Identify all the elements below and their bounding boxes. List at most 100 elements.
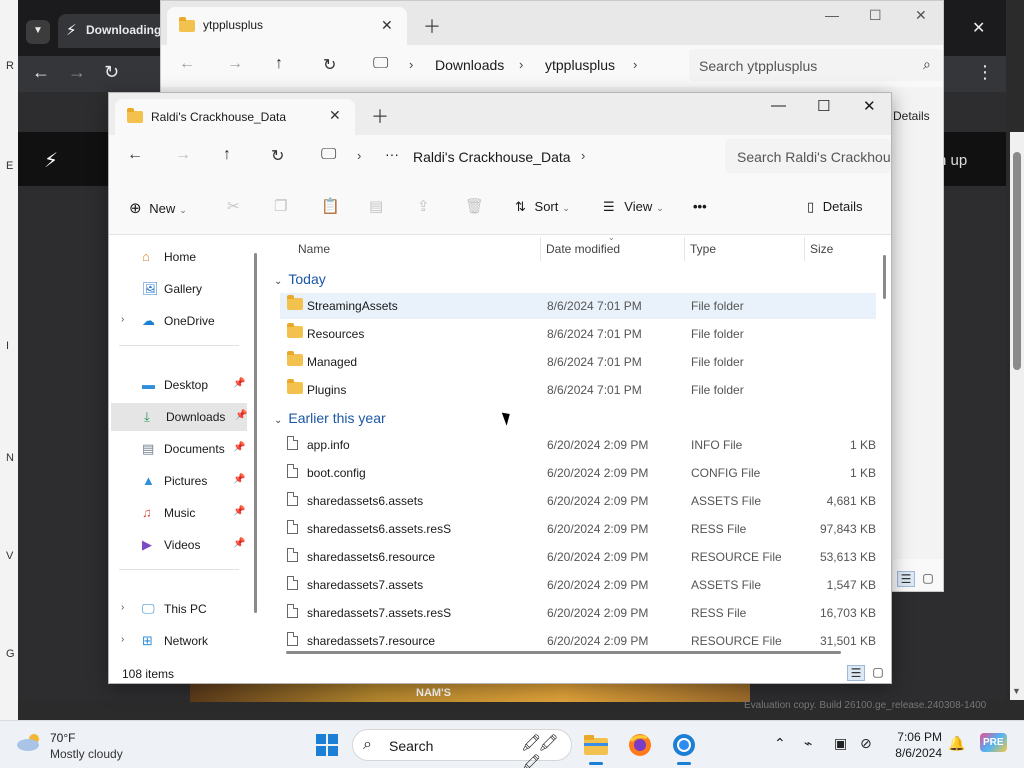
- file-explorer-app-icon[interactable]: [580, 729, 612, 765]
- nav-scrollbar[interactable]: [254, 253, 257, 613]
- network-offline-icon[interactable]: ⌁: [804, 735, 812, 752]
- close-window-icon[interactable]: ✕: [863, 97, 876, 115]
- table-row[interactable]: Resources 8/6/2024 7:01 PM File folder: [280, 321, 876, 347]
- maximize-icon[interactable]: ☐: [869, 7, 882, 24]
- back-search-input[interactable]: Search ytpplusplus ⌕: [689, 49, 943, 81]
- more-options-icon[interactable]: •••: [693, 199, 707, 214]
- group-header-today[interactable]: ⌄ Today: [274, 271, 326, 287]
- refresh-icon[interactable]: ↻: [323, 55, 336, 75]
- new-tab-icon[interactable]: ＋: [423, 13, 441, 39]
- up-icon[interactable]: ↑: [275, 55, 283, 73]
- forward-icon[interactable]: →: [175, 146, 191, 164]
- table-row[interactable]: Plugins 8/6/2024 7:01 PM File folder: [280, 377, 876, 403]
- forward-icon[interactable]: →: [227, 55, 243, 73]
- chevron-right-icon[interactable]: ›: [121, 602, 124, 613]
- pin-icon[interactable]: 📌: [235, 410, 247, 421]
- bell-icon[interactable]: 🔔: [948, 735, 965, 752]
- table-row[interactable]: sharedassets6.assets 6/20/2024 2:09 PM A…: [280, 488, 876, 514]
- nav-item-this-pc[interactable]: › 🖵 This PC: [109, 595, 249, 623]
- chrome-menu-icon[interactable]: ⋮: [976, 62, 994, 83]
- column-divider[interactable]: [684, 237, 685, 261]
- scroll-down-icon[interactable]: ▼: [1012, 686, 1021, 696]
- column-header-name[interactable]: Name: [298, 242, 330, 256]
- chrome-scrollbar[interactable]: ▼: [1010, 132, 1024, 700]
- chrome-reload-icon[interactable]: ↻: [104, 62, 119, 83]
- nav-item-music[interactable]: ♫ Music 📌: [109, 499, 249, 527]
- chrome-forward-icon[interactable]: →: [68, 62, 86, 83]
- breadcrumb-downloads[interactable]: Downloads: [435, 57, 504, 73]
- copy-icon[interactable]: ❐: [274, 197, 287, 215]
- rename-icon[interactable]: ▤: [369, 197, 383, 215]
- nav-item-desktop[interactable]: ▬ Desktop 📌: [109, 371, 249, 399]
- table-row[interactable]: sharedassets6.resource 6/20/2024 2:09 PM…: [280, 544, 876, 570]
- chrome-tab-menu-button[interactable]: ▼: [26, 20, 50, 44]
- chevron-right-icon[interactable]: ›: [121, 314, 124, 325]
- tiles-view-icon[interactable]: ▢: [919, 571, 937, 587]
- list-vertical-scrollbar[interactable]: [883, 255, 886, 299]
- list-horizontal-scrollbar[interactable]: [286, 651, 841, 654]
- chrome-close-icon[interactable]: ✕: [972, 18, 985, 38]
- nav-item-home[interactable]: ⌂ Home: [109, 243, 249, 271]
- details-pane-button[interactable]: ▯ Details: [807, 199, 863, 215]
- paste-icon[interactable]: 📋: [321, 197, 340, 215]
- cut-icon[interactable]: ✂: [227, 197, 240, 215]
- pin-icon[interactable]: 📌: [233, 474, 245, 485]
- column-header-size[interactable]: Size: [810, 242, 833, 256]
- nav-item-onedrive[interactable]: › ☁ OneDrive: [109, 307, 249, 335]
- firefox-app-icon[interactable]: [624, 729, 656, 761]
- tab-raldis-crackhouse-data[interactable]: Raldi's Crackhouse_Data ✕: [115, 99, 355, 135]
- column-divider[interactable]: [804, 237, 805, 261]
- back-tab[interactable]: ytpplusplus ✕: [167, 7, 407, 45]
- display-icon[interactable]: ▣: [834, 735, 847, 752]
- copilot-preview-icon[interactable]: PRE: [980, 733, 1007, 752]
- column-header-type[interactable]: Type: [690, 242, 716, 256]
- chevron-right-icon[interactable]: ›: [121, 634, 124, 645]
- maximize-icon[interactable]: ☐: [817, 97, 830, 115]
- search-input[interactable]: Search Raldi's Crackhouse_Data: [725, 139, 891, 173]
- details-view-icon[interactable]: ☰: [897, 571, 915, 587]
- minimize-icon[interactable]: —: [771, 97, 786, 114]
- nav-item-downloads[interactable]: ⤓ Downloads 📌: [111, 403, 247, 431]
- table-row[interactable]: sharedassets7.assets 6/20/2024 2:09 PM A…: [280, 572, 876, 598]
- close-tab-icon[interactable]: ✕: [329, 107, 341, 124]
- pin-icon[interactable]: 📌: [233, 506, 245, 517]
- share-icon[interactable]: ⇪: [417, 197, 430, 215]
- pin-icon[interactable]: 📌: [233, 378, 245, 389]
- close-tab-icon[interactable]: ✕: [381, 17, 393, 34]
- table-row[interactable]: StreamingAssets 8/6/2024 7:01 PM File fo…: [280, 293, 876, 319]
- sort-button[interactable]: ⇅ Sort ⌄: [515, 199, 570, 215]
- group-header-earlier-this-year[interactable]: ⌄ Earlier this year: [274, 410, 386, 426]
- this-pc-icon[interactable]: 🖵: [321, 146, 336, 164]
- taskbar-search[interactable]: ⌕ Search 🖍🖍🖍: [352, 729, 572, 768]
- minimize-icon[interactable]: —: [825, 7, 839, 23]
- chrome-back-icon[interactable]: ←: [32, 62, 50, 83]
- new-button[interactable]: ⊕ New ⌄: [129, 199, 187, 217]
- nav-item-documents[interactable]: ▤ Documents 📌: [109, 435, 249, 463]
- breadcrumb-ytpplusplus[interactable]: ytpplusplus: [545, 57, 615, 73]
- back-icon[interactable]: ←: [179, 55, 195, 73]
- nav-item-pictures[interactable]: ▲ Pictures 📌: [109, 467, 249, 495]
- table-row[interactable]: sharedassets7.resource 6/20/2024 2:09 PM…: [280, 628, 876, 648]
- nav-item-gallery[interactable]: 🖼 Gallery: [109, 275, 249, 303]
- refresh-icon[interactable]: ↻: [271, 146, 284, 166]
- column-divider[interactable]: [540, 237, 541, 261]
- new-tab-icon[interactable]: ＋: [371, 103, 389, 129]
- system-clock[interactable]: 7:06 PM 8/6/2024: [864, 729, 942, 761]
- details-view-icon[interactable]: ☰: [847, 665, 865, 681]
- pin-icon[interactable]: 📌: [233, 538, 245, 549]
- nav-item-network[interactable]: › ⊞ Network: [109, 627, 249, 655]
- tiles-view-icon[interactable]: ▢: [869, 665, 887, 681]
- table-row[interactable]: Managed 8/6/2024 7:01 PM File folder: [280, 349, 876, 375]
- chevron-up-icon[interactable]: ⌃: [774, 735, 786, 752]
- breadcrumb-current-folder[interactable]: Raldi's Crackhouse_Data: [413, 149, 571, 165]
- nav-item-videos[interactable]: ▶ Videos 📌: [109, 531, 249, 559]
- table-row[interactable]: boot.config 6/20/2024 2:09 PM CONFIG Fil…: [280, 460, 876, 486]
- site-logo-icon[interactable]: ⚡: [44, 148, 58, 173]
- start-button[interactable]: [316, 734, 338, 756]
- chrome-scroll-thumb[interactable]: [1013, 152, 1021, 370]
- table-row[interactable]: sharedassets6.assets.resS 6/20/2024 2:09…: [280, 516, 876, 542]
- back-details-button[interactable]: Details: [893, 109, 930, 123]
- table-row[interactable]: app.info 6/20/2024 2:09 PM INFO File 1 K…: [280, 432, 876, 458]
- breadcrumb-overflow[interactable]: ···: [385, 146, 399, 162]
- view-button[interactable]: ☰ View ⌄: [603, 199, 664, 215]
